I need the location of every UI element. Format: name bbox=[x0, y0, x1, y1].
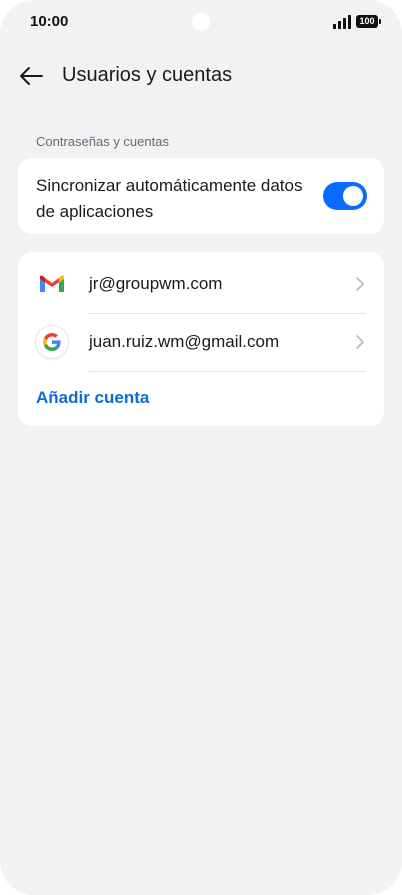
page-title: Usuarios y cuentas bbox=[62, 64, 233, 86]
sync-toggle[interactable] bbox=[323, 182, 367, 210]
header: Usuarios y cuentas bbox=[0, 56, 402, 96]
chevron-right-icon bbox=[356, 335, 364, 349]
account-row-gmail-work[interactable]: jr@groupwm.com bbox=[18, 255, 384, 313]
toggle-knob bbox=[343, 186, 363, 206]
back-button[interactable] bbox=[14, 59, 48, 93]
gmail-icon bbox=[36, 268, 68, 300]
device-screen: 10:00 100 Usuarios y cuentas Contraseñas… bbox=[0, 0, 402, 895]
battery-icon: 100 bbox=[356, 15, 381, 28]
arrow-left-icon bbox=[20, 67, 43, 85]
front-camera bbox=[192, 13, 210, 31]
sync-label: Sincronizar automáticamente datos de apl… bbox=[36, 176, 303, 221]
status-bar: 10:00 100 bbox=[0, 0, 402, 44]
section-label: Contraseñas y cuentas bbox=[36, 134, 169, 149]
status-time: 10:00 bbox=[30, 13, 69, 30]
divider bbox=[89, 371, 366, 372]
sync-card: Sincronizar automáticamente datos de apl… bbox=[18, 158, 384, 234]
signal-bars-icon bbox=[333, 15, 351, 29]
account-row-google-personal[interactable]: juan.ruiz.wm@gmail.com bbox=[18, 313, 384, 371]
google-icon bbox=[36, 326, 68, 358]
account-email: jr@groupwm.com bbox=[89, 274, 223, 293]
account-email: juan.ruiz.wm@gmail.com bbox=[89, 332, 280, 351]
chevron-right-icon bbox=[356, 277, 364, 291]
add-account-button[interactable]: Añadir cuenta bbox=[36, 388, 149, 408]
accounts-card: jr@groupwm.com juan.ruiz.wm@gmail.com Añ… bbox=[18, 252, 384, 426]
